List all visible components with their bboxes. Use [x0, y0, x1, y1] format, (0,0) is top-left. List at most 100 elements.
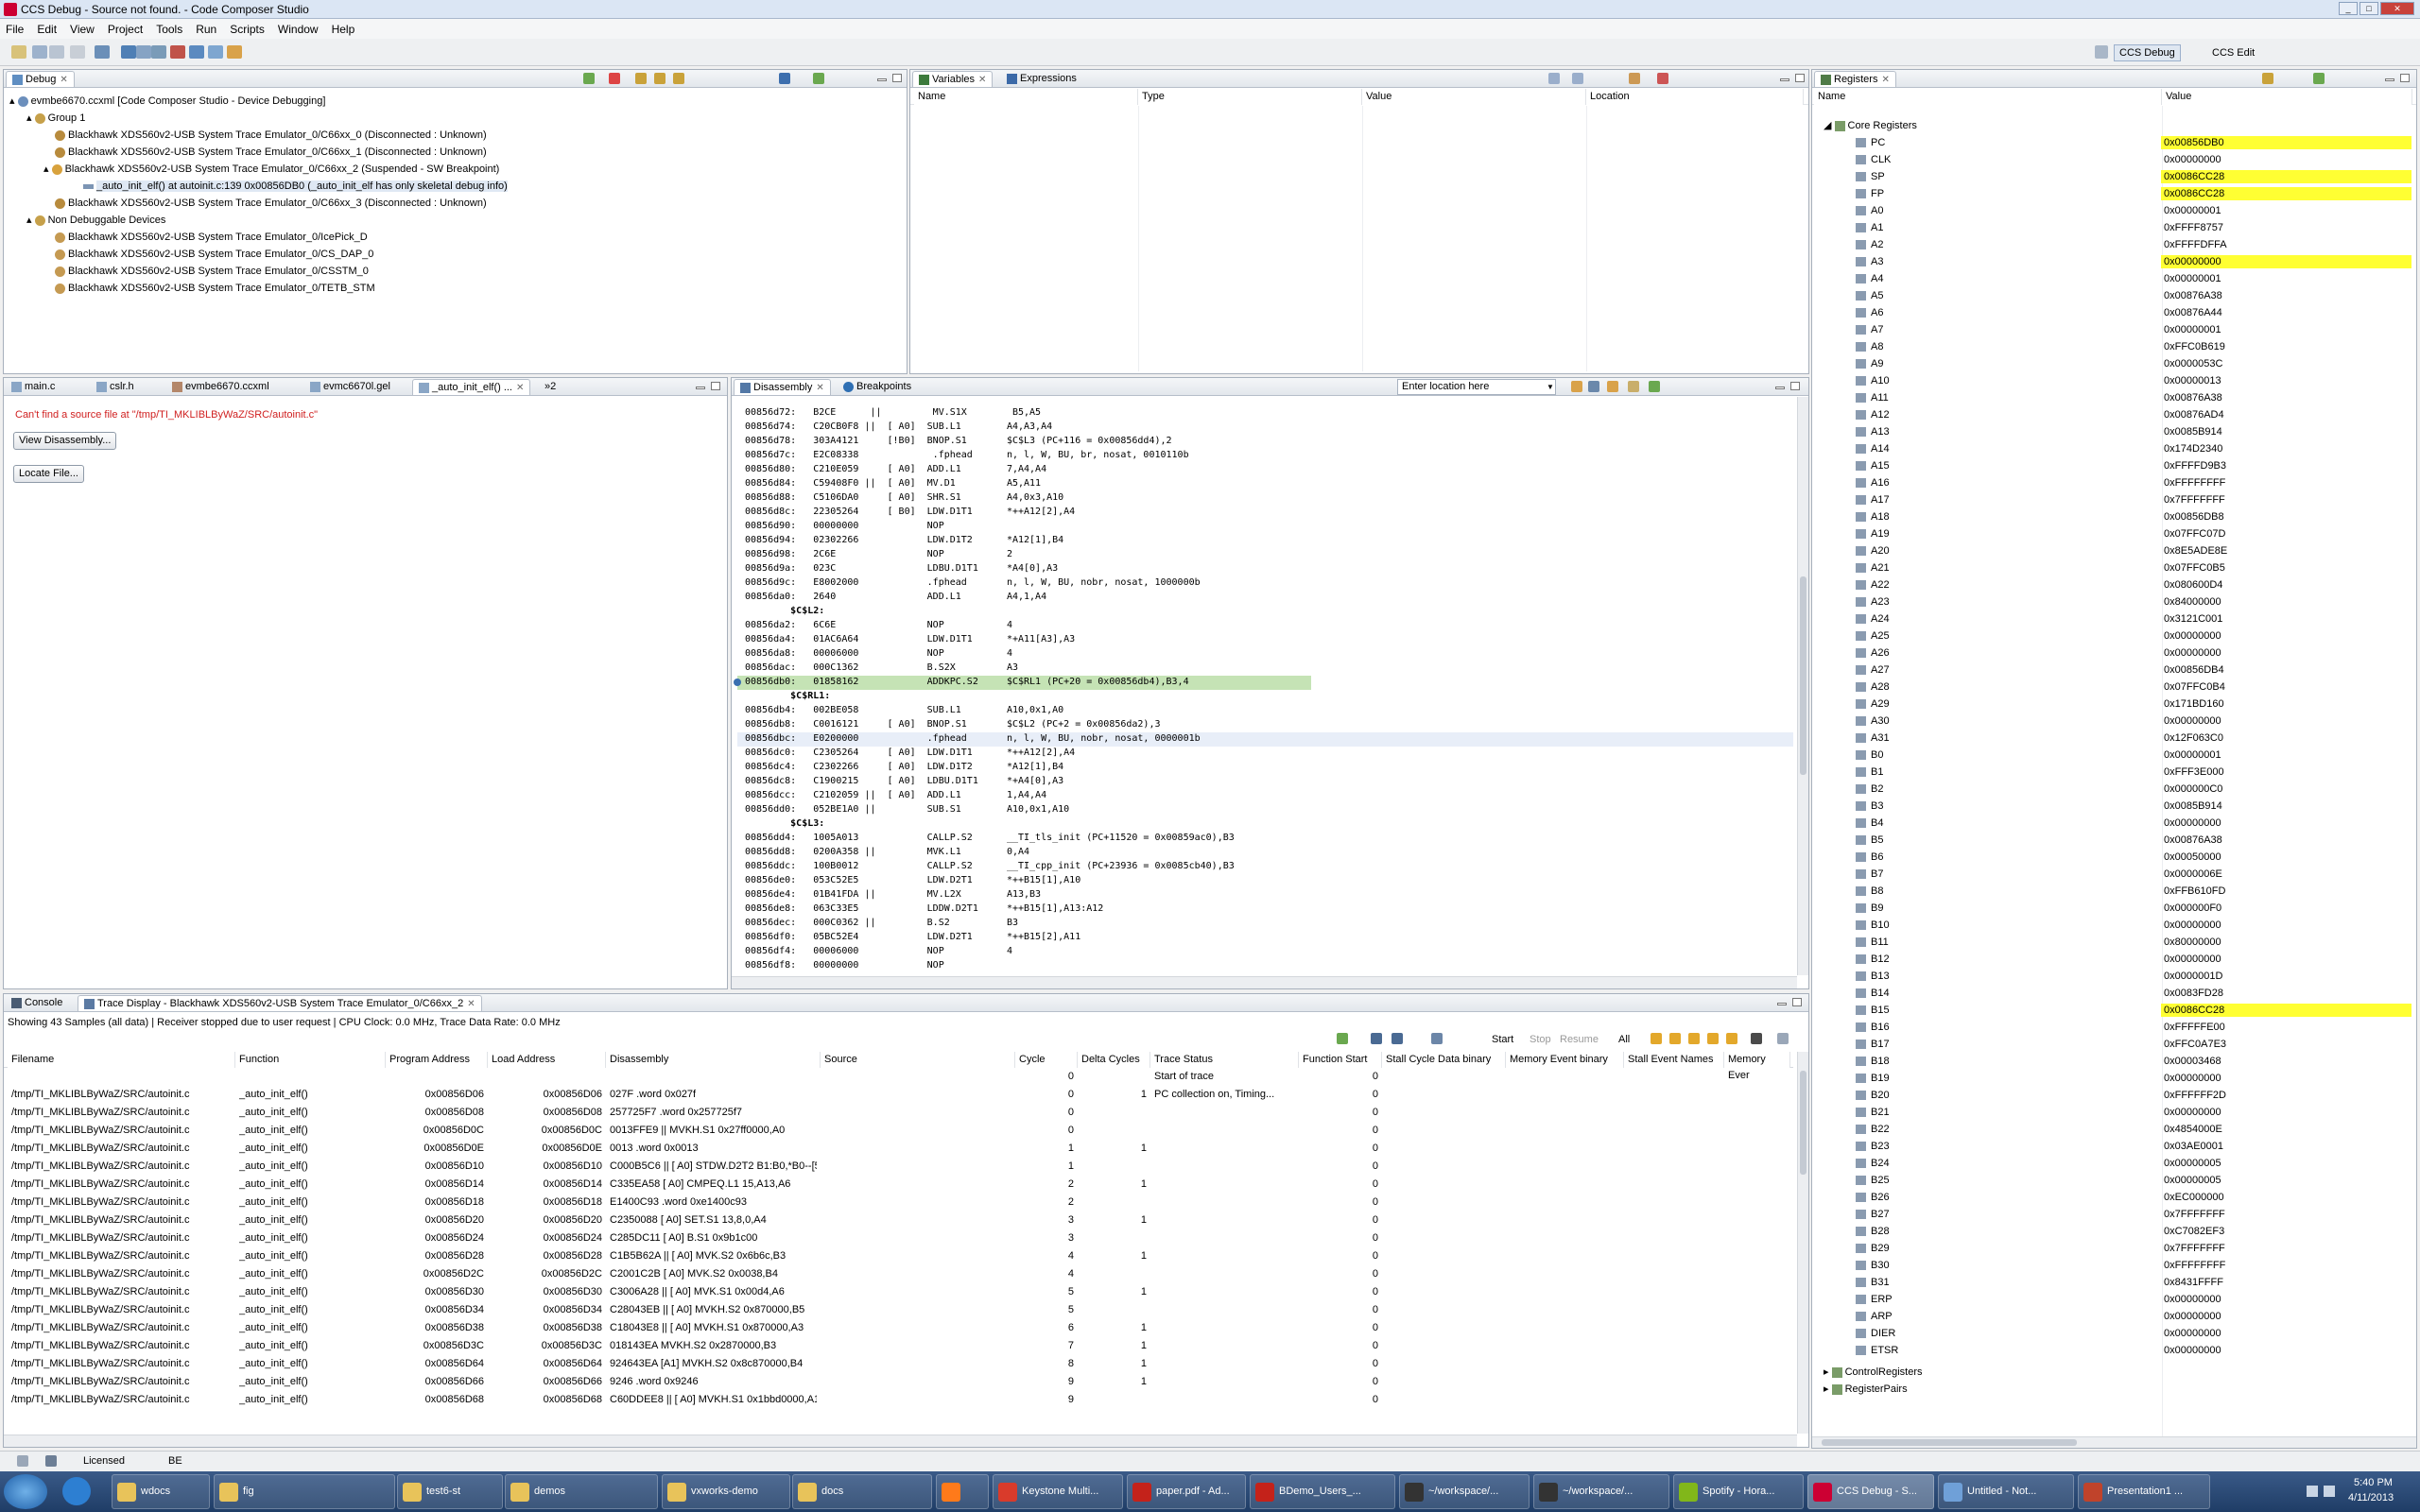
trace-stop-button[interactable]: Stop	[1530, 1034, 1551, 1045]
register-value[interactable]: 0x00000000	[2161, 255, 2411, 268]
disasm-line[interactable]: 00856ddc: 100B0012 CALLP.S2 __TI_cpp_ini…	[737, 860, 1793, 874]
minimize-view-button[interactable]	[1780, 78, 1789, 81]
tab-debug[interactable]: Debug ✕	[6, 71, 75, 87]
register-row[interactable]: DIER 0x00000000	[1812, 1327, 2416, 1344]
connect-icon[interactable]	[136, 45, 151, 59]
register-row[interactable]: A31 0x12F063C0	[1812, 731, 2416, 748]
tab-disassembly[interactable]: Disassembly ✕	[734, 379, 831, 395]
taskbar-item[interactable]: BDemo_Users_...	[1250, 1474, 1395, 1509]
register-row[interactable]: A20 0x8E5ADE8E	[1812, 544, 2416, 561]
trace-start-button[interactable]: Start	[1492, 1034, 1513, 1045]
register-row[interactable]: B12 0x00000000	[1812, 953, 2416, 970]
register-value[interactable]: 0x07FFC07D	[2161, 527, 2411, 541]
col-reg-value[interactable]: Value	[2162, 89, 2412, 105]
volume-icon[interactable]	[2324, 1486, 2335, 1497]
register-value[interactable]: 0x171BD160	[2161, 697, 2411, 711]
register-value[interactable]: 0x00000000	[2161, 153, 2411, 166]
trace-row[interactable]: /tmp/TI_MKLIBLByWaZ/SRC/autoinit.c _auto_…	[4, 1248, 1793, 1266]
menu-scripts[interactable]: Scripts	[230, 23, 265, 36]
register-value[interactable]: 0x0000001D	[2161, 970, 2411, 983]
taskbar-item[interactable]: Keystone Multi...	[993, 1474, 1123, 1509]
register-value[interactable]: 0x0085B914	[2161, 425, 2411, 438]
register-value[interactable]: 0x80000000	[2161, 936, 2411, 949]
disasm-line[interactable]: 00856dd4: 1005A013 CALLP.S2 __TI_tls_ini…	[737, 832, 1793, 846]
print-icon[interactable]	[70, 45, 85, 59]
maximize-view-button[interactable]	[1795, 74, 1805, 82]
register-row[interactable]: A19 0x07FFC07D	[1812, 527, 2416, 544]
register-row[interactable]: B24 0x00000005	[1812, 1157, 2416, 1174]
register-value[interactable]: 0x00000000	[2161, 714, 2411, 728]
register-row[interactable]: A13 0x0085B914	[1812, 425, 2416, 442]
trace-resume-button[interactable]: Resume	[1560, 1034, 1599, 1045]
disasm-line[interactable]: 00856d7c: E2C08338 .fphead n, l, W, BU, …	[737, 449, 1793, 463]
register-value[interactable]: 0x00000000	[2161, 816, 2411, 830]
open-perspective-icon[interactable]	[2095, 45, 2108, 59]
taskbar-item[interactable]	[936, 1474, 989, 1509]
disasm-line[interactable]: 00856de8: 063C33E5 LDDW.D2T1 *++B15[1],A…	[737, 902, 1793, 917]
trace-row[interactable]: /tmp/TI_MKLIBLByWaZ/SRC/autoinit.c _auto_…	[4, 1338, 1793, 1356]
register-value[interactable]: 0xC7082EF3	[2161, 1225, 2411, 1238]
close-icon[interactable]: ✕	[516, 383, 524, 393]
register-row[interactable]: A12 0x00876AD4	[1812, 408, 2416, 425]
col-reg-name[interactable]: Name	[1814, 89, 2162, 105]
register-row[interactable]: A18 0x00856DB8	[1812, 510, 2416, 527]
debug-core-3[interactable]: Blackhawk XDS560v2-USB System Trace Emul…	[9, 195, 907, 212]
search-icon[interactable]	[227, 45, 242, 59]
disasm-line[interactable]: 00856dd0: 052BE1A0 || SUB.S1 A10,0x1,A10	[737, 803, 1793, 817]
more-tabs[interactable]: »2	[539, 379, 562, 395]
non-debug-item[interactable]: Blackhawk XDS560v2-USB System Trace Emul…	[9, 280, 907, 297]
minimize-view-button[interactable]	[1777, 1003, 1787, 1005]
clock-date[interactable]: 4/11/2013	[2348, 1492, 2394, 1503]
clock-time[interactable]: 5:40 PM	[2354, 1477, 2393, 1488]
status-icon[interactable]	[17, 1455, 28, 1467]
find-icon[interactable]	[1651, 1033, 1662, 1044]
home-icon[interactable]	[1588, 381, 1599, 392]
register-row[interactable]: B9 0x000000F0	[1812, 902, 2416, 919]
view-disassembly-button[interactable]: View Disassembly...	[13, 432, 117, 450]
register-value[interactable]: 0x00000001	[2161, 272, 2411, 285]
trace-col-header[interactable]: Delta Cycles	[1078, 1052, 1150, 1068]
register-row[interactable]: A14 0x174D2340	[1812, 442, 2416, 459]
trace-vscroll[interactable]	[1797, 1052, 1808, 1434]
maximize-view-button[interactable]	[892, 74, 902, 82]
taskbar-item[interactable]: ~/workspace/...	[1533, 1474, 1669, 1509]
register-value[interactable]: 0x00000000	[2161, 1106, 2411, 1119]
register-value[interactable]: 0xFFFFFF2D	[2161, 1089, 2411, 1102]
register-value[interactable]: 0xFFFFFE00	[2161, 1021, 2411, 1034]
taskbar-item[interactable]: test6-st	[397, 1474, 503, 1509]
go-icon[interactable]	[1571, 381, 1582, 392]
register-value[interactable]: 0x00876A38	[2161, 833, 2411, 847]
perspective-ccs-debug[interactable]: CCS Debug	[2114, 44, 2181, 61]
tab-breakpoints[interactable]: Breakpoints	[838, 379, 917, 395]
connect-icon[interactable]	[779, 73, 790, 84]
registers-hscroll[interactable]	[1812, 1436, 2416, 1448]
register-row[interactable]: A28 0x07FFC0B4	[1812, 680, 2416, 697]
register-value[interactable]: 0x00000001	[2161, 748, 2411, 762]
register-row[interactable]: A24 0x3121C001	[1812, 612, 2416, 629]
taskbar-item[interactable]: demos	[505, 1474, 658, 1509]
trace-row[interactable]: /tmp/TI_MKLIBLByWaZ/SRC/autoinit.c _auto_…	[4, 1141, 1793, 1159]
maximize-view-button[interactable]	[1792, 998, 1802, 1006]
register-value[interactable]: 0xFFFFD9B3	[2161, 459, 2411, 472]
trace-row[interactable]: /tmp/TI_MKLIBLByWaZ/SRC/autoinit.c _auto_…	[4, 1266, 1793, 1284]
trace-row[interactable]: /tmp/TI_MKLIBLByWaZ/SRC/autoinit.c _auto_…	[4, 1284, 1793, 1302]
register-row[interactable]: B13 0x0000001D	[1812, 970, 2416, 987]
register-value[interactable]: 0x3121C001	[2161, 612, 2411, 626]
close-icon[interactable]: ✕	[1881, 75, 1889, 85]
menu-edit[interactable]: Edit	[37, 23, 57, 36]
disasm-line[interactable]: 00856d74: C20CB0F8 || [ A0] SUB.L1 A4,A3…	[737, 421, 1793, 435]
register-row[interactable]: B11 0x80000000	[1812, 936, 2416, 953]
disasm-line[interactable]: 00856db4: 002BE058 SUB.L1 A10,0x1,A0	[737, 704, 1793, 718]
export-icon[interactable]	[1777, 1033, 1789, 1044]
register-row[interactable]: B4 0x00000000	[1812, 816, 2416, 833]
taskbar-item[interactable]: Spotify - Hora...	[1673, 1474, 1804, 1509]
scroll-thumb[interactable]	[1822, 1439, 2077, 1446]
trace-col-header[interactable]: Function Start	[1299, 1052, 1382, 1068]
disasm-label[interactable]: $C$L2:	[737, 605, 1793, 619]
register-value[interactable]: 0x12F063C0	[2161, 731, 2411, 745]
register-value[interactable]: 0xFFFF8757	[2161, 221, 2411, 234]
disassembly-hscroll[interactable]	[732, 976, 1797, 988]
register-row[interactable]: B20 0xFFFFFF2D	[1812, 1089, 2416, 1106]
register-row[interactable]: B16 0xFFFFFE00	[1812, 1021, 2416, 1038]
register-value[interactable]: 0x0086CC28	[2161, 187, 2411, 200]
